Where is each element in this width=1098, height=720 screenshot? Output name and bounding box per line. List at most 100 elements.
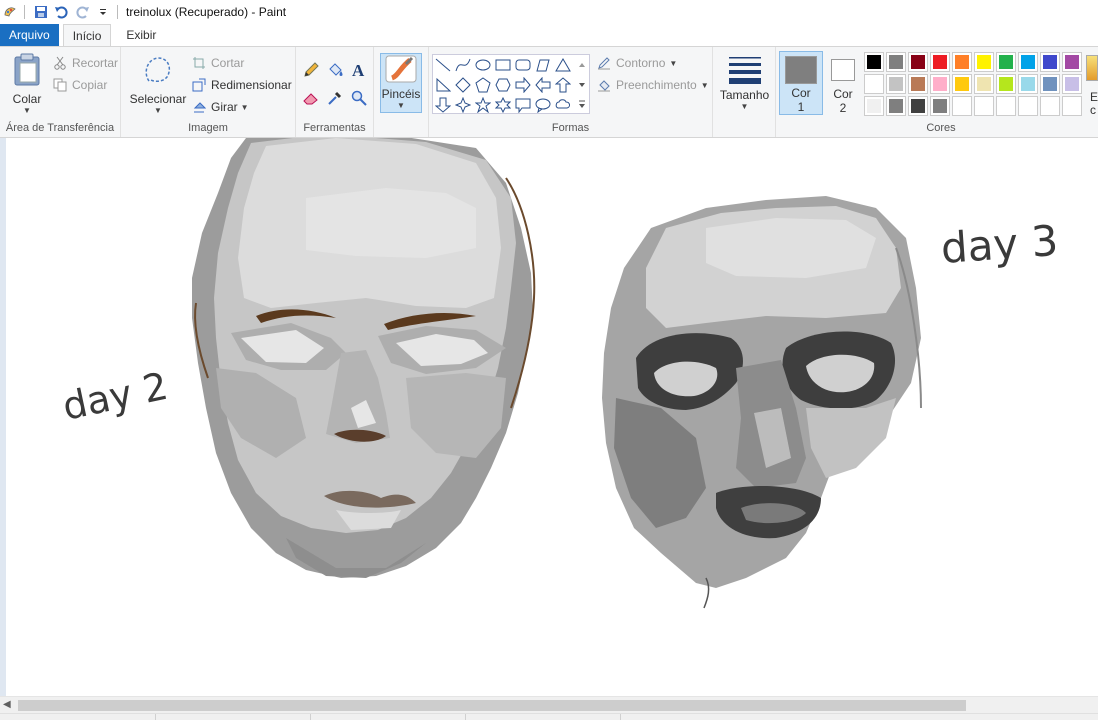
save-icon[interactable] — [33, 4, 49, 20]
palette-swatch[interactable] — [864, 74, 884, 94]
color2-button[interactable]: Cor 2 — [821, 51, 865, 115]
color1-swatch — [785, 56, 817, 84]
image-group: Selecionar ▼ Cortar Redimensionar Girar … — [121, 47, 296, 137]
right-arrow-shape-icon[interactable] — [513, 75, 533, 95]
palette-swatch[interactable] — [908, 52, 928, 72]
shapes-scroll-down-icon[interactable] — [575, 75, 589, 95]
palette-swatch[interactable] — [974, 96, 994, 116]
left-arrow-shape-icon[interactable] — [533, 75, 553, 95]
horizontal-scrollbar[interactable]: ◀ — [0, 696, 1098, 713]
shapes-scroll-up-icon[interactable] — [575, 55, 589, 75]
rotate-button[interactable]: Girar ▼ — [191, 99, 249, 115]
eraser-icon[interactable] — [302, 89, 320, 107]
tab-file[interactable]: Arquivo — [0, 24, 59, 46]
triangle-shape-icon[interactable] — [553, 55, 573, 75]
size-button[interactable]: Tamanho ▼ — [717, 55, 772, 111]
chevron-down-icon: ▼ — [154, 106, 162, 115]
select-button[interactable]: Selecionar ▼ — [129, 53, 187, 115]
palette-swatch[interactable] — [864, 96, 884, 116]
palette-swatch[interactable] — [908, 96, 928, 116]
palette-swatch[interactable] — [1040, 96, 1060, 116]
magnifier-icon[interactable] — [350, 89, 368, 107]
oval-shape-icon[interactable] — [473, 55, 493, 75]
color-picker-icon[interactable] — [326, 89, 344, 107]
crop-button[interactable]: Cortar — [191, 55, 244, 71]
copy-icon — [52, 77, 68, 93]
palette-swatch[interactable] — [1018, 74, 1038, 94]
fill-button[interactable]: Preenchimento ▼ — [596, 77, 709, 93]
palette-swatch[interactable] — [886, 52, 906, 72]
palette-swatch[interactable] — [974, 74, 994, 94]
resize-label: Redimensionar — [211, 78, 292, 92]
shapes-expand-icon[interactable] — [575, 95, 589, 115]
palette-swatch[interactable] — [1018, 96, 1038, 116]
shapes-gallery — [432, 54, 590, 114]
outline-pen-icon — [596, 55, 612, 71]
tab-home[interactable]: Início — [62, 24, 112, 46]
rounded-rectangle-shape-icon[interactable] — [513, 55, 533, 75]
palette-swatch[interactable] — [930, 96, 950, 116]
palette-swatch[interactable] — [974, 52, 994, 72]
up-arrow-shape-icon[interactable] — [553, 75, 573, 95]
palette-swatch[interactable] — [996, 96, 1016, 116]
undo-icon[interactable] — [53, 4, 69, 20]
rectangle-shape-icon[interactable] — [493, 55, 513, 75]
four-point-star-shape-icon[interactable] — [453, 95, 473, 115]
palette-swatch[interactable] — [996, 74, 1016, 94]
palette-swatch[interactable] — [886, 96, 906, 116]
pentagon-shape-icon[interactable] — [473, 75, 493, 95]
resize-button[interactable]: Redimensionar — [191, 77, 292, 93]
palette-swatch[interactable] — [952, 96, 972, 116]
separator — [117, 5, 118, 19]
scrollbar-thumb[interactable] — [18, 700, 966, 711]
rect-callout-shape-icon[interactable] — [513, 95, 533, 115]
window-title: treinolux (Recuperado) - Paint — [126, 5, 287, 19]
palette-swatch[interactable] — [996, 52, 1016, 72]
outline-button[interactable]: Contorno ▼ — [596, 55, 677, 71]
polygon-shape-icon[interactable] — [533, 55, 553, 75]
palette-swatch[interactable] — [1062, 74, 1082, 94]
crop-label: Cortar — [211, 56, 245, 70]
group-label-tools: Ferramentas — [303, 122, 366, 134]
text-tool-icon[interactable]: A — [350, 61, 368, 79]
fill-bucket-icon[interactable] — [326, 61, 344, 79]
redo-icon[interactable] — [75, 4, 91, 20]
edit-colors-label[interactable]: Ed c — [1090, 91, 1098, 117]
curve-shape-icon[interactable] — [453, 55, 473, 75]
diamond-shape-icon[interactable] — [453, 75, 473, 95]
copy-label: Copiar — [72, 78, 108, 92]
palette-swatch[interactable] — [1018, 52, 1038, 72]
palette-swatch[interactable] — [1062, 96, 1082, 116]
scroll-left-icon[interactable]: ◀ — [3, 699, 11, 710]
cut-label: Recortar — [72, 56, 119, 70]
palette-swatch[interactable] — [908, 74, 928, 94]
customize-toolbar-icon[interactable] — [95, 4, 111, 20]
down-arrow-shape-icon[interactable] — [433, 95, 453, 115]
color1-button[interactable]: Cor 1 — [779, 51, 823, 115]
copy-button[interactable]: Copiar — [52, 77, 107, 93]
pencil-icon[interactable] — [302, 61, 320, 79]
palette-swatch[interactable] — [930, 74, 950, 94]
palette-swatch[interactable] — [886, 74, 906, 94]
palette-swatch[interactable] — [864, 52, 884, 72]
palette-swatch[interactable] — [1040, 74, 1060, 94]
five-point-star-shape-icon[interactable] — [473, 95, 493, 115]
palette-swatch[interactable] — [930, 52, 950, 72]
palette-swatch[interactable] — [1040, 52, 1060, 72]
paste-button[interactable]: Colar ▼ — [8, 53, 46, 115]
line-shape-icon[interactable] — [433, 55, 453, 75]
brushes-button[interactable]: Pincéis ▼ — [380, 53, 422, 113]
paint-app-icon[interactable] — [2, 4, 18, 20]
palette-swatch[interactable] — [952, 52, 972, 72]
cut-button[interactable]: Recortar — [52, 55, 118, 71]
right-triangle-shape-icon[interactable] — [433, 75, 453, 95]
drawing-canvas[interactable]: day 2 day 3 — [6, 138, 1098, 696]
palette-swatch[interactable] — [952, 74, 972, 94]
cloud-callout-shape-icon[interactable] — [553, 95, 573, 115]
hexagon-shape-icon[interactable] — [493, 75, 513, 95]
six-point-star-shape-icon[interactable] — [493, 95, 513, 115]
edit-colors-icon[interactable] — [1086, 55, 1098, 81]
palette-swatch[interactable] — [1062, 52, 1082, 72]
oval-callout-shape-icon[interactable] — [533, 95, 553, 115]
tab-view[interactable]: Exibir — [117, 24, 165, 46]
